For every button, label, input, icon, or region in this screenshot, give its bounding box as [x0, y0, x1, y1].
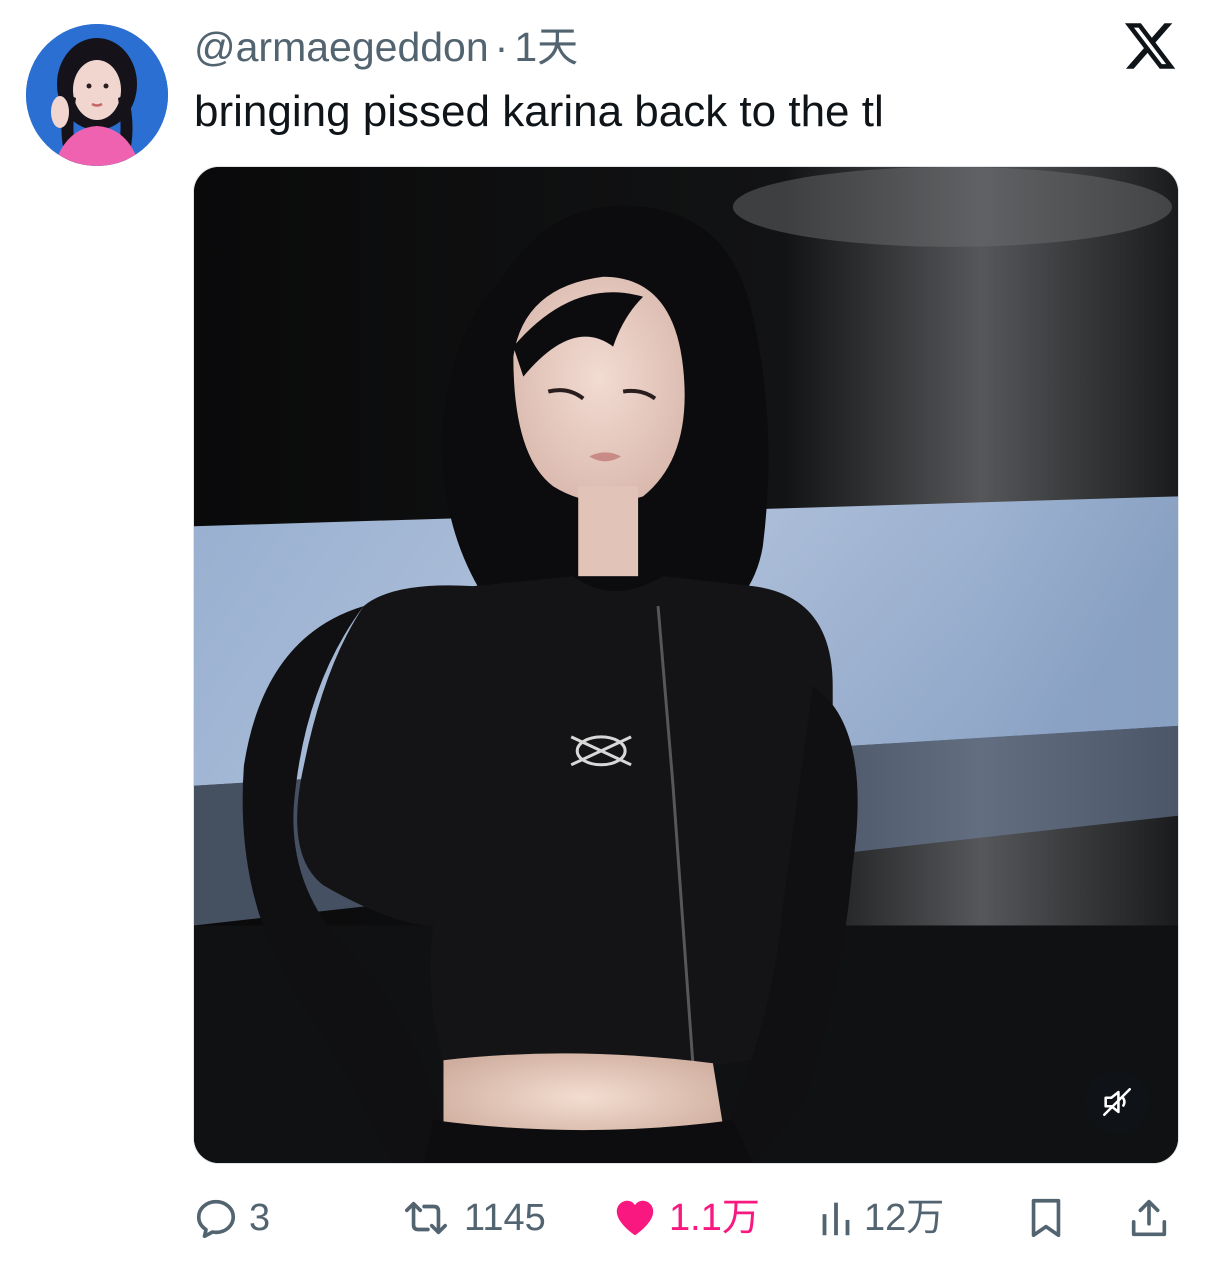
tweet-meta: @armaegeddon · 1天	[194, 22, 578, 72]
tweet-timestamp[interactable]: 1天	[514, 24, 578, 70]
tweet-text: bringing pissed karina back to the tl	[194, 87, 884, 136]
reply-icon	[196, 1199, 236, 1239]
retweet-count: 1145	[464, 1197, 546, 1239]
bookmark-button[interactable]	[1025, 1188, 1067, 1248]
muted-speaker-icon	[1102, 1087, 1132, 1117]
reply-count: 3	[249, 1197, 271, 1239]
like-count: 1.1万	[669, 1197, 760, 1239]
video-player[interactable]	[193, 166, 1179, 1164]
share-icon	[1131, 1199, 1167, 1237]
meta-separator: ·	[494, 24, 509, 70]
share-button[interactable]	[1127, 1188, 1171, 1248]
author-handle[interactable]: @armaegeddon	[194, 24, 489, 70]
views-bar-chart-icon	[822, 1202, 850, 1236]
retweet-icon	[405, 1201, 447, 1235]
tweet-actions-bar: 3 1145 1.1万 12万	[193, 1188, 1179, 1248]
reply-button[interactable]: 3	[193, 1188, 270, 1248]
tweet: @armaegeddon · 1天 bringing pissed karina b…	[0, 0, 1206, 1280]
bookmark-icon	[1031, 1198, 1061, 1238]
views-button[interactable]: 12万	[818, 1188, 944, 1248]
mute-toggle-button[interactable]	[1086, 1071, 1148, 1133]
like-button[interactable]: 1.1万	[611, 1188, 760, 1248]
video-frame	[194, 167, 1178, 1163]
author-avatar[interactable]	[26, 24, 168, 166]
views-count: 12万	[864, 1197, 945, 1239]
avatar-image	[26, 24, 168, 166]
x-logo-glyph	[1124, 23, 1176, 69]
retweet-button[interactable]: 1145	[398, 1188, 546, 1248]
heart-filled-icon	[616, 1200, 654, 1236]
x-logo-icon[interactable]	[1122, 18, 1178, 74]
